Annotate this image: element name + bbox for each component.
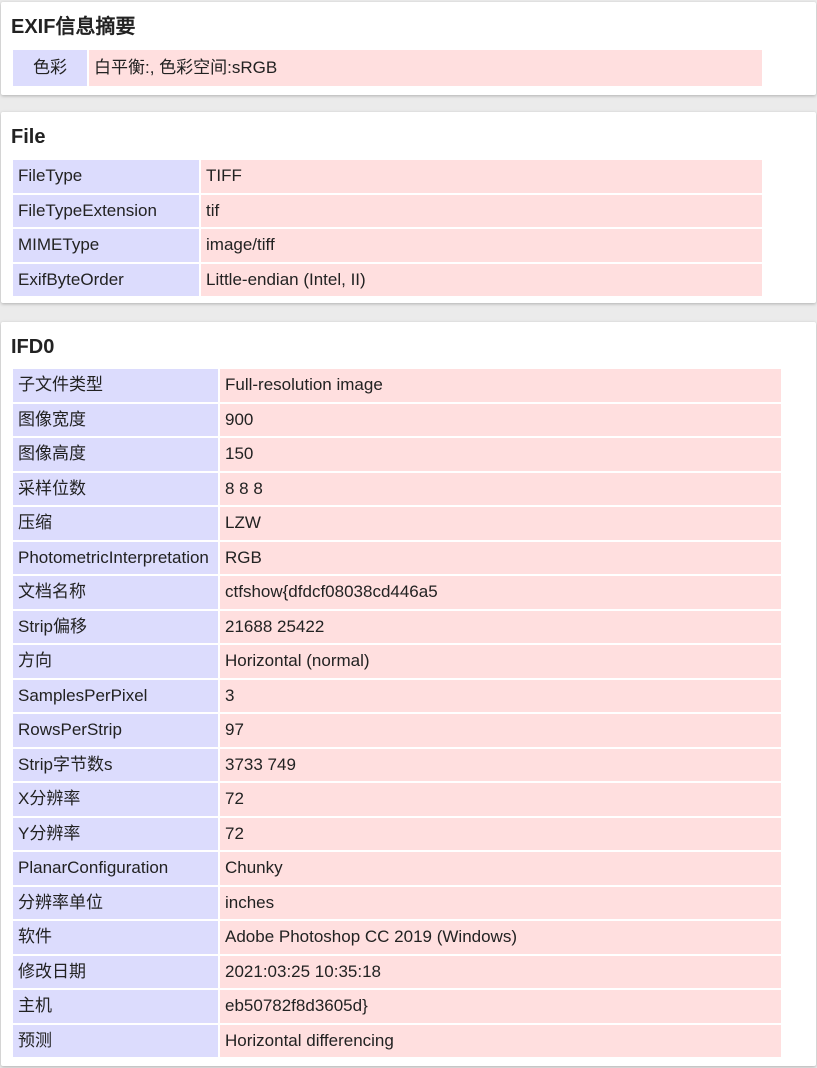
field-value: image/tiff [201, 229, 762, 262]
table-row: ExifByteOrder Little-endian (Intel, II) [13, 263, 762, 296]
field-key: 文档名称 [13, 576, 218, 609]
field-key: 软件 [13, 921, 218, 954]
table-row: MIMEType image/tiff [13, 229, 762, 262]
table-row: Y分辨率 72 [13, 817, 781, 850]
table-row: FileType TIFF [13, 160, 762, 193]
field-key: 预测 [13, 1024, 218, 1057]
field-key: 修改日期 [13, 955, 218, 988]
field-value: Chunky [220, 852, 781, 885]
field-key: PhotometricInterpretation [13, 541, 218, 574]
field-value: Full-resolution image [220, 369, 781, 402]
table-row: 采样位数 8 8 8 [13, 472, 781, 505]
field-value: 8 8 8 [220, 472, 781, 505]
table-row: 软件 Adobe Photoshop CC 2019 (Windows) [13, 921, 781, 954]
field-value: 150 [220, 438, 781, 471]
field-key: 采样位数 [13, 472, 218, 505]
table-row: PlanarConfiguration Chunky [13, 852, 781, 885]
field-value: Horizontal (normal) [220, 645, 781, 678]
table-row: 预测 Horizontal differencing [13, 1024, 781, 1057]
field-key: PlanarConfiguration [13, 852, 218, 885]
table-row: 文档名称 ctfshow{dfdcf08038cd446a5 [13, 576, 781, 609]
table-row: SamplesPerPixel 3 [13, 679, 781, 712]
exif-summary-card: EXIF信息摘要 色彩 白平衡:, 色彩空间:sRGB [1, 2, 816, 95]
field-value: 72 [220, 783, 781, 816]
exif-summary-title: EXIF信息摘要 [11, 16, 136, 38]
table-row: 修改日期 2021:03:25 10:35:18 [13, 955, 781, 988]
table-row: 色彩 白平衡:, 色彩空间:sRGB [13, 50, 762, 86]
field-value: 900 [220, 403, 781, 436]
file-table: FileType TIFF FileTypeExtension tif MIMEType… [11, 158, 764, 298]
table-row: PhotometricInterpretation RGB [13, 541, 781, 574]
field-value: LZW [220, 507, 781, 540]
field-key: X分辨率 [13, 783, 218, 816]
field-value: tif [201, 194, 762, 227]
field-value: TIFF [201, 160, 762, 193]
field-key: ExifByteOrder [13, 263, 199, 296]
field-key: 压缩 [13, 507, 218, 540]
field-value: Adobe Photoshop CC 2019 (Windows) [220, 921, 781, 954]
table-row: X分辨率 72 [13, 783, 781, 816]
table-row: Strip字节数s 3733 749 [13, 748, 781, 781]
field-value: 白平衡:, 色彩空间:sRGB [89, 50, 762, 86]
field-key: 方向 [13, 645, 218, 678]
field-key: 图像宽度 [13, 403, 218, 436]
field-key: 主机 [13, 990, 218, 1023]
field-value: ctfshow{dfdcf08038cd446a5 [220, 576, 781, 609]
field-value: Horizontal differencing [220, 1024, 781, 1057]
table-row: 方向 Horizontal (normal) [13, 645, 781, 678]
field-key: RowsPerStrip [13, 714, 218, 747]
field-key: 分辨率单位 [13, 886, 218, 919]
field-value: 97 [220, 714, 781, 747]
file-card: File FileType TIFF FileTypeExtension tif MIM… [1, 112, 816, 303]
field-key: Strip字节数s [13, 748, 218, 781]
field-value: 3 [220, 679, 781, 712]
table-row: RowsPerStrip 97 [13, 714, 781, 747]
table-row: 子文件类型 Full-resolution image [13, 369, 781, 402]
exif-summary-table: 色彩 白平衡:, 色彩空间:sRGB [11, 48, 764, 88]
field-key: FileType [13, 160, 199, 193]
ifd0-table: 子文件类型 Full-resolution image 图像宽度 900 图像高度 150… [11, 367, 783, 1059]
field-key: Strip偏移 [13, 610, 218, 643]
field-key: Y分辨率 [13, 817, 218, 850]
field-value: Little-endian (Intel, II) [201, 263, 762, 296]
field-value: 21688 25422 [220, 610, 781, 643]
field-value: 2021:03:25 10:35:18 [220, 955, 781, 988]
field-value: 72 [220, 817, 781, 850]
field-value: inches [220, 886, 781, 919]
field-key: FileTypeExtension [13, 194, 199, 227]
table-row: FileTypeExtension tif [13, 194, 762, 227]
field-value: RGB [220, 541, 781, 574]
field-key: SamplesPerPixel [13, 679, 218, 712]
table-row: 图像高度 150 [13, 438, 781, 471]
field-value: eb50782f8d3605d} [220, 990, 781, 1023]
ifd0-card: IFD0 子文件类型 Full-resolution image 图像宽度 900 图像… [1, 322, 816, 1066]
field-key: MIMEType [13, 229, 199, 262]
table-row: 压缩 LZW [13, 507, 781, 540]
table-row: 主机 eb50782f8d3605d} [13, 990, 781, 1023]
table-row: 分辨率单位 inches [13, 886, 781, 919]
field-key: 图像高度 [13, 438, 218, 471]
field-value: 3733 749 [220, 748, 781, 781]
file-title: File [11, 126, 46, 148]
table-row: 图像宽度 900 [13, 403, 781, 436]
table-row: Strip偏移 21688 25422 [13, 610, 781, 643]
field-key: 子文件类型 [13, 369, 218, 402]
field-key: 色彩 [13, 50, 87, 86]
ifd0-title: IFD0 [11, 336, 55, 358]
